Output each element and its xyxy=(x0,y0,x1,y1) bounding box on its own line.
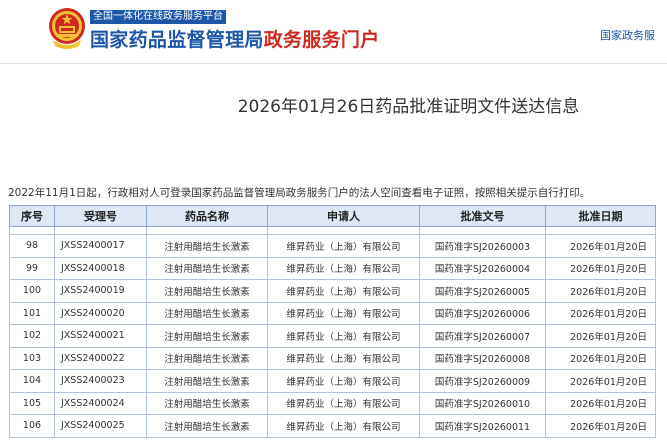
cell-drug-name: 注射用醋培生长激素 xyxy=(146,369,268,393)
cell-applicant: 维昇药业（上海）有限公司 xyxy=(267,369,420,393)
col-header-applicant: 申请人 xyxy=(267,205,420,227)
col-header-approval-date: 批准日期 xyxy=(545,205,656,227)
cell-applicant: 维昇药业（上海）有限公司 xyxy=(267,234,420,258)
cell-accept-no: JXSS2400025 xyxy=(54,414,147,438)
table-header-row: 序号 受理号 药品名称 申请人 批准文号 批准日期 xyxy=(9,205,656,227)
cell-no: 106 xyxy=(9,414,55,438)
cell-applicant: 维昇药业（上海）有限公司 xyxy=(267,301,420,325)
cell-no: 103 xyxy=(9,346,55,370)
spacer-cell xyxy=(419,226,546,235)
cell-approval-date: 2026年01月20日 xyxy=(545,324,656,348)
cell-approval-no: 国药准字SJ20260006 xyxy=(419,301,546,325)
cell-drug-name: 注射用醋培生长激素 xyxy=(146,301,268,325)
site-title-accent: 政务服务门户 xyxy=(263,29,380,51)
cell-applicant: 维昇药业（上海）有限公司 xyxy=(267,414,420,438)
site-header: 全国一体化在线政务服务平台 国家药品监督管理局政务服务门户 国家政务服 xyxy=(0,0,667,64)
portal-tag: 全国一体化在线政务服务平台 xyxy=(90,10,226,24)
cell-approval-date: 2026年01月20日 xyxy=(545,279,656,303)
table-spacer-row xyxy=(9,226,656,235)
page-title: 2026年01月26日药品批准证明文件送达信息 xyxy=(0,92,667,117)
col-header-accept-no: 受理号 xyxy=(54,205,147,227)
cell-approval-no: 国药准字SJ20260003 xyxy=(419,234,546,258)
table-row: 99 JXSS2400018 注射用醋培生长激素 维昇药业（上海）有限公司 国药… xyxy=(9,256,656,280)
cell-approval-no: 国药准字SJ20260004 xyxy=(419,256,546,280)
cell-drug-name: 注射用醋培生长激素 xyxy=(146,391,268,415)
table-row: 105 JXSS2400024 注射用醋培生长激素 维昇药业（上海）有限公司 国… xyxy=(9,391,656,415)
cell-drug-name: 注射用醋培生长激素 xyxy=(146,279,268,303)
cell-approval-no: 国药准字SJ20260007 xyxy=(419,324,546,348)
col-header-approval-no: 批准文号 xyxy=(419,205,546,227)
spacer-cell xyxy=(54,226,147,235)
table-row: 102 JXSS2400021 注射用醋培生长激素 维昇药业（上海）有限公司 国… xyxy=(9,324,656,348)
cell-approval-date: 2026年01月20日 xyxy=(545,414,656,438)
cell-approval-date: 2026年01月20日 xyxy=(545,256,656,280)
cell-approval-date: 2026年01月20日 xyxy=(545,234,656,258)
cell-approval-no: 国药准字SJ20260011 xyxy=(419,414,546,438)
spacer-cell xyxy=(267,226,420,235)
cell-applicant: 维昇药业（上海）有限公司 xyxy=(267,256,420,280)
cell-drug-name: 注射用醋培生长激素 xyxy=(146,324,268,348)
cell-applicant: 维昇药业（上海）有限公司 xyxy=(267,391,420,415)
col-header-drug-name: 药品名称 xyxy=(146,205,268,227)
cell-accept-no: JXSS2400024 xyxy=(54,391,147,415)
table-row: 103 JXSS2400022 注射用醋培生长激素 维昇药业（上海）有限公司 国… xyxy=(9,346,656,370)
cell-approval-no: 国药准字SJ20260005 xyxy=(419,279,546,303)
spacer-cell xyxy=(545,226,656,235)
cell-approval-date: 2026年01月20日 xyxy=(545,301,656,325)
approval-table: 序号 受理号 药品名称 申请人 批准文号 批准日期 98 JXSS2400017… xyxy=(9,205,656,438)
cell-accept-no: JXSS2400021 xyxy=(54,324,147,348)
cell-accept-no: JXSS2400022 xyxy=(54,346,147,370)
notice-text: 2022年11月1日起，行政相对人可登录国家药品监督管理局政务服务门户的法人空间… xyxy=(8,187,591,199)
cell-applicant: 维昇药业（上海）有限公司 xyxy=(267,346,420,370)
cell-no: 100 xyxy=(9,279,55,303)
cell-accept-no: JXSS2400017 xyxy=(54,234,147,258)
cell-drug-name: 注射用醋培生长激素 xyxy=(146,256,268,280)
cell-accept-no: JXSS2400018 xyxy=(54,256,147,280)
cell-approval-no: 国药准字SJ20260009 xyxy=(419,369,546,393)
cell-accept-no: JXSS2400023 xyxy=(54,369,147,393)
table-row: 106 JXSS2400025 注射用醋培生长激素 维昇药业（上海）有限公司 国… xyxy=(9,414,656,438)
cell-no: 102 xyxy=(9,324,55,348)
table-row: 98 JXSS2400017 注射用醋培生长激素 维昇药业（上海）有限公司 国药… xyxy=(9,234,656,258)
cell-no: 105 xyxy=(9,391,55,415)
cell-accept-no: JXSS2400020 xyxy=(54,301,147,325)
cell-approval-date: 2026年01月20日 xyxy=(545,391,656,415)
spacer-cell xyxy=(9,226,55,235)
cell-drug-name: 注射用醋培生长激素 xyxy=(146,346,268,370)
site-title[interactable]: 国家药品监督管理局政务服务门户 xyxy=(90,25,380,52)
cell-drug-name: 注射用醋培生长激素 xyxy=(146,414,268,438)
cell-approval-no: 国药准字SJ20260010 xyxy=(419,391,546,415)
cell-approval-date: 2026年01月20日 xyxy=(545,369,656,393)
cell-no: 99 xyxy=(9,256,55,280)
cell-applicant: 维昇药业（上海）有限公司 xyxy=(267,324,420,348)
table-row: 104 JXSS2400023 注射用醋培生长激素 维昇药业（上海）有限公司 国… xyxy=(9,369,656,393)
page-title-text: 2026年01月26日药品批准证明文件送达信息 xyxy=(237,97,580,117)
cell-no: 98 xyxy=(9,234,55,258)
cell-no: 104 xyxy=(9,369,55,393)
header-right-link[interactable]: 国家政务服 xyxy=(600,27,655,43)
national-emblem-icon[interactable] xyxy=(47,6,87,52)
cell-approval-no: 国药准字SJ20260008 xyxy=(419,346,546,370)
spacer-cell xyxy=(146,226,268,235)
cell-drug-name: 注射用醋培生长激素 xyxy=(146,234,268,258)
cell-no: 101 xyxy=(9,301,55,325)
cell-approval-date: 2026年01月20日 xyxy=(545,346,656,370)
cell-accept-no: JXSS2400019 xyxy=(54,279,147,303)
site-title-primary: 国家药品监督管理局 xyxy=(90,29,264,51)
table-row: 100 JXSS2400019 注射用醋培生长激素 维昇药业（上海）有限公司 国… xyxy=(9,279,656,303)
cell-applicant: 维昇药业（上海）有限公司 xyxy=(267,279,420,303)
table-row: 101 JXSS2400020 注射用醋培生长激素 维昇药业（上海）有限公司 国… xyxy=(9,301,656,325)
col-header-no: 序号 xyxy=(9,205,55,227)
